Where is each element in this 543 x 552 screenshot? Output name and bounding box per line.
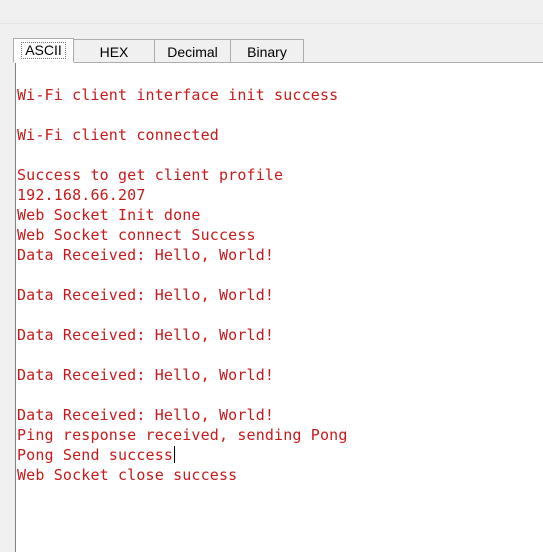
- log-line: Data Received: Hello, World!: [17, 326, 275, 344]
- view-mode-tabs: ASCII HEX Decimal Binary: [13, 38, 304, 63]
- log-line: Data Received: Hello, World!: [17, 406, 275, 424]
- tab-hex[interactable]: HEX: [74, 39, 155, 63]
- tab-ascii[interactable]: ASCII: [13, 38, 74, 63]
- log-line: Success to get client profile: [17, 166, 284, 184]
- log-line-text: Pong Send success: [17, 446, 174, 464]
- log-line: Wi-Fi client interface init success: [17, 86, 339, 104]
- log-line-with-caret: Pong Send success: [17, 445, 348, 465]
- log-line: Web Socket close success: [17, 466, 238, 484]
- top-strip: [0, 0, 543, 24]
- log-line: Web Socket connect Success: [17, 226, 256, 244]
- log-line: Web Socket Init done: [17, 206, 201, 224]
- log-line: 192.168.66.207: [17, 186, 146, 204]
- log-line: Data Received: Hello, World!: [17, 286, 275, 304]
- log-line: Ping response received, sending Pong: [17, 426, 348, 444]
- tab-decimal[interactable]: Decimal: [155, 39, 231, 63]
- serial-output-panel[interactable]: Wi-Fi client interface init success Wi-F…: [15, 62, 543, 552]
- log-line: Wi-Fi client connected: [17, 126, 219, 144]
- log-line: Data Received: Hello, World!: [17, 246, 275, 264]
- tab-ascii-label: ASCII: [21, 42, 66, 59]
- tab-decimal-label: Decimal: [167, 43, 218, 60]
- log-line: Data Received: Hello, World!: [17, 366, 275, 384]
- tab-binary[interactable]: Binary: [231, 39, 304, 63]
- tab-binary-label: Binary: [247, 43, 287, 60]
- log-lines: Wi-Fi client interface init success Wi-F…: [17, 85, 348, 485]
- text-caret: [174, 446, 176, 463]
- tab-hex-label: HEX: [99, 43, 129, 60]
